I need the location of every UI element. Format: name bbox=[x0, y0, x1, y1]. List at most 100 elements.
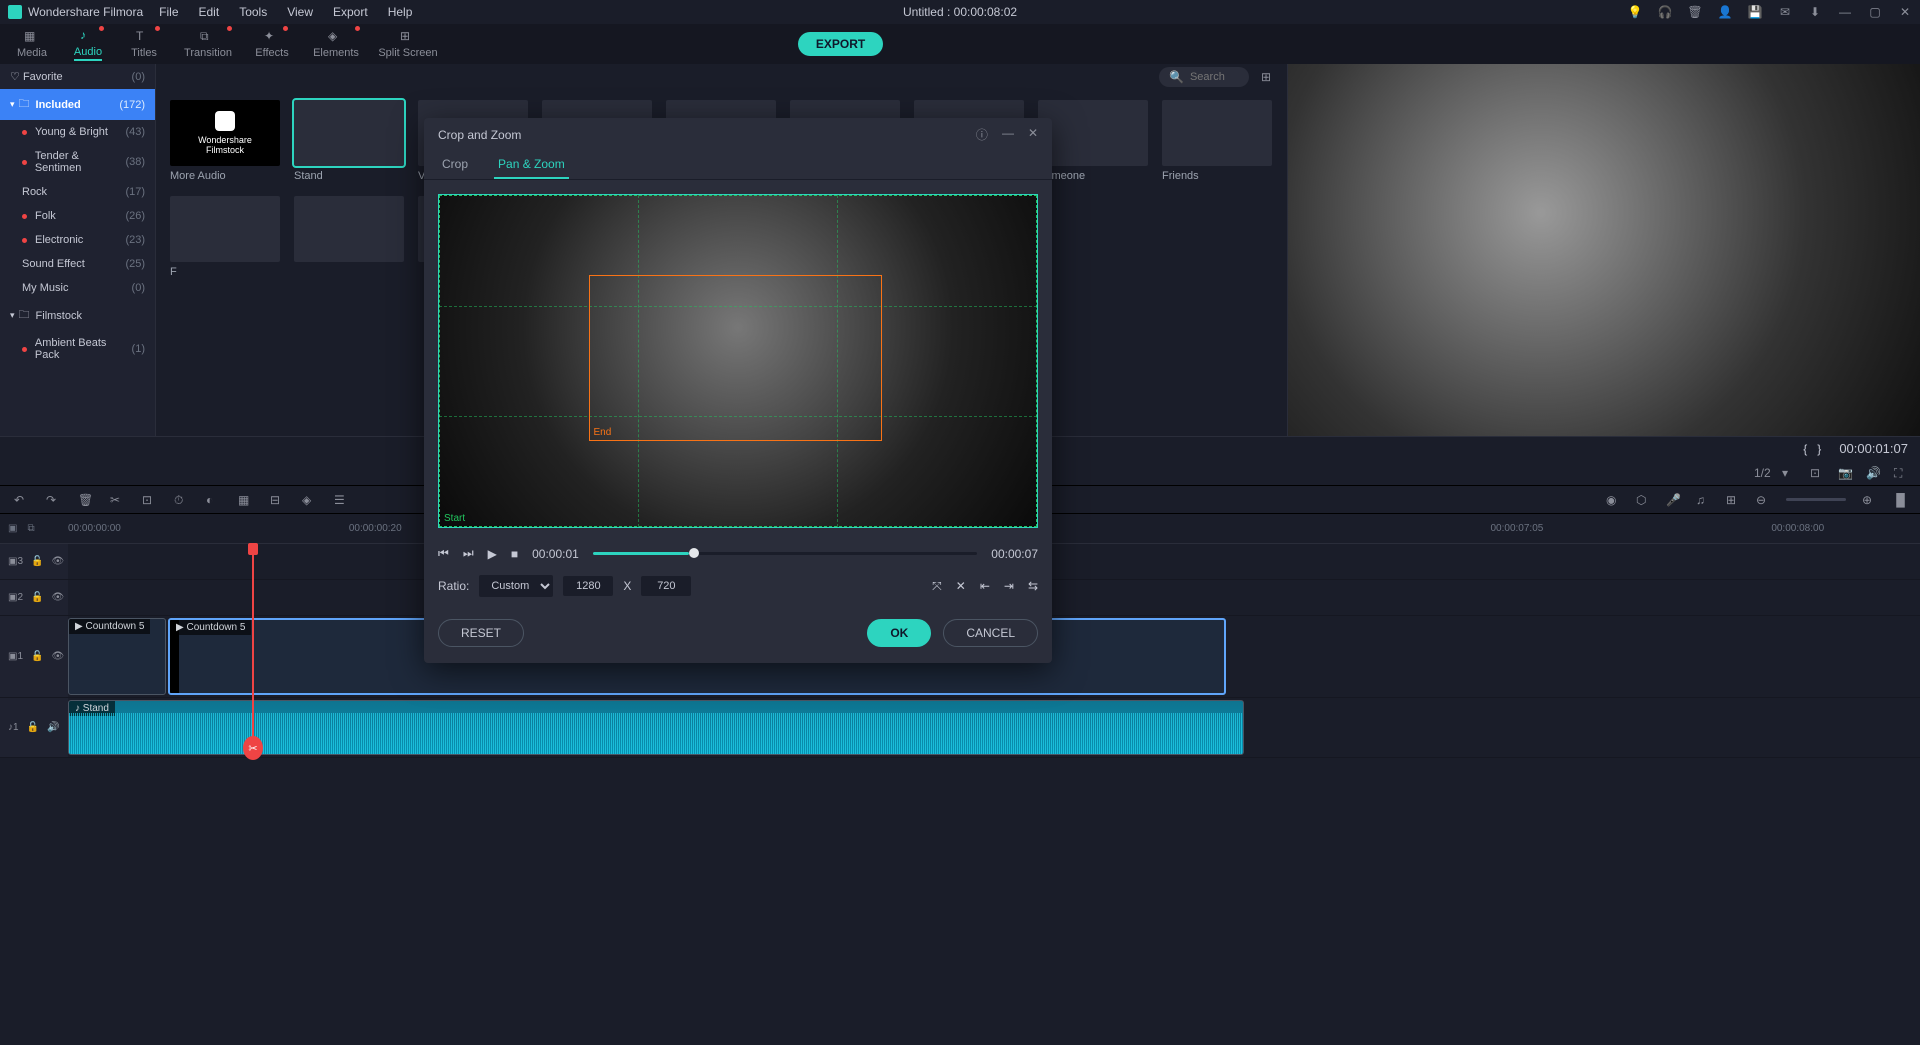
height-input[interactable] bbox=[641, 576, 691, 596]
lock-icon[interactable]: 🔓 bbox=[31, 651, 43, 662]
clip-countdown-1[interactable]: ▶ Countdown 5 bbox=[68, 618, 166, 695]
tab-pan-zoom[interactable]: Pan & Zoom bbox=[494, 151, 569, 179]
ratio-display[interactable]: 1/2 bbox=[1754, 466, 1768, 480]
thumb-item[interactable]: Stand bbox=[294, 100, 404, 182]
sidebar-item-electronic[interactable]: Electronic(23) bbox=[0, 228, 155, 252]
mail-icon[interactable]: ✉ bbox=[1778, 5, 1792, 19]
width-input[interactable] bbox=[563, 576, 613, 596]
export-button[interactable]: EXPORT bbox=[798, 32, 883, 56]
fit-icon[interactable]: ▐▌ bbox=[1892, 493, 1906, 507]
tab-titles[interactable]: TTitles bbox=[116, 24, 172, 64]
tab-split-screen[interactable]: ⊞Split Screen bbox=[372, 24, 444, 64]
close-icon[interactable]: ✕ bbox=[1898, 5, 1912, 19]
zoom-out-icon[interactable]: ⊖ bbox=[1756, 493, 1770, 507]
menu-edit[interactable]: Edit bbox=[199, 5, 220, 19]
reverse-icon[interactable]: ⇆ bbox=[1028, 579, 1038, 594]
trash-icon[interactable]: 🗑 bbox=[1688, 5, 1702, 19]
crop-icon[interactable]: ⊡ bbox=[142, 493, 156, 507]
ripple-icon[interactable]: ▣ bbox=[8, 523, 17, 534]
sidebar-item-young-bright[interactable]: Young & Bright(43) bbox=[0, 120, 155, 144]
reset-button[interactable]: RESET bbox=[438, 619, 524, 647]
fullscreen-icon[interactable]: ⛶ bbox=[1894, 466, 1908, 480]
swap-icon[interactable]: ⤧ bbox=[932, 579, 942, 594]
detach-icon[interactable]: ⊟ bbox=[270, 493, 284, 507]
thumb-item[interactable]: Someone bbox=[1038, 100, 1148, 182]
grid-view-icon[interactable]: ⊞ bbox=[1261, 70, 1275, 84]
sync-icon[interactable]: ⊞ bbox=[1726, 493, 1740, 507]
ok-button[interactable]: OK bbox=[867, 619, 931, 647]
cancel-button[interactable]: CANCEL bbox=[943, 619, 1038, 647]
track-a1[interactable]: ♪1🔓🔊 ♪ Stand bbox=[0, 698, 1920, 758]
lightbulb-icon[interactable]: 💡 bbox=[1628, 5, 1642, 19]
preview-canvas[interactable] bbox=[1288, 64, 1920, 436]
sidebar-item-filmstock[interactable]: ▾🗀Filmstock bbox=[0, 300, 155, 331]
speed-icon[interactable]: ⏱ bbox=[174, 493, 188, 507]
voiceover-icon[interactable]: 🎤 bbox=[1666, 493, 1680, 507]
zoom-in-icon[interactable]: ⊕ bbox=[1862, 493, 1876, 507]
maximize-icon[interactable]: ▢ bbox=[1868, 5, 1882, 19]
thumb-item[interactable]: WondershareFilmstockMore Audio bbox=[170, 100, 280, 182]
crop-end-rect[interactable]: End bbox=[589, 275, 882, 441]
search-box[interactable]: 🔍 bbox=[1159, 67, 1249, 87]
tab-media[interactable]: ▦Media bbox=[4, 24, 60, 64]
search-input[interactable] bbox=[1190, 71, 1250, 83]
crop-canvas[interactable]: Start End bbox=[438, 194, 1038, 528]
adjust-icon[interactable]: ☰ bbox=[334, 493, 348, 507]
prev-frame-icon[interactable]: ⏮ bbox=[438, 546, 449, 561]
mute-icon[interactable]: 🔊 bbox=[47, 722, 59, 733]
sidebar-item-included[interactable]: ▾🗀Included(172) bbox=[0, 89, 155, 120]
sidebar-item-folk[interactable]: Folk(26) bbox=[0, 204, 155, 228]
snapshot-icon[interactable]: 📷 bbox=[1838, 466, 1852, 480]
tab-crop[interactable]: Crop bbox=[438, 151, 472, 179]
undo-icon[interactable]: ↶ bbox=[14, 493, 28, 507]
minimize-icon[interactable]: — bbox=[1002, 126, 1014, 143]
menu-help[interactable]: Help bbox=[388, 5, 413, 19]
zoom-slider[interactable] bbox=[1786, 498, 1846, 501]
scissors-icon[interactable]: ✂ bbox=[243, 736, 263, 760]
lock-icon[interactable]: 🔓 bbox=[31, 556, 43, 567]
playhead[interactable]: ✂ bbox=[252, 544, 254, 758]
volume-icon[interactable]: 🔊 bbox=[1866, 466, 1880, 480]
headphones-icon[interactable]: 🎧 bbox=[1658, 5, 1672, 19]
menu-tools[interactable]: Tools bbox=[239, 5, 267, 19]
audio-mixer-icon[interactable]: ♫ bbox=[1696, 493, 1710, 507]
delete-icon[interactable]: 🗑 bbox=[78, 493, 92, 507]
quality-icon[interactable]: ⊡ bbox=[1810, 466, 1824, 480]
lock-icon[interactable]: 🔓 bbox=[31, 592, 43, 603]
next-frame-icon[interactable]: ⏭ bbox=[463, 546, 474, 561]
marker-icon[interactable]: ◈ bbox=[302, 493, 316, 507]
sidebar-item-my-music[interactable]: My Music(0) bbox=[0, 276, 155, 300]
render-icon[interactable]: ◉ bbox=[1606, 493, 1620, 507]
align-left-icon[interactable]: ⇤ bbox=[980, 579, 990, 594]
eye-icon[interactable]: 👁 bbox=[51, 556, 64, 567]
tab-elements[interactable]: ◈Elements bbox=[300, 24, 372, 64]
lock-icon[interactable]: 🔓 bbox=[27, 722, 39, 733]
close-icon[interactable]: ✕ bbox=[1028, 126, 1038, 143]
snap-icon[interactable]: ⧉ bbox=[27, 523, 34, 534]
download-icon[interactable]: ⬇ bbox=[1808, 5, 1822, 19]
thumb-item[interactable]: F bbox=[170, 196, 280, 278]
user-icon[interactable]: 👤 bbox=[1718, 5, 1732, 19]
align-right-icon[interactable]: ⇥ bbox=[1004, 579, 1014, 594]
eye-icon[interactable]: 👁 bbox=[51, 592, 64, 603]
sidebar-item-ambient[interactable]: Ambient Beats Pack(1) bbox=[0, 331, 155, 367]
menu-file[interactable]: File bbox=[159, 5, 178, 19]
green-screen-icon[interactable]: ▦ bbox=[238, 493, 252, 507]
chevron-down-icon[interactable]: ▾ bbox=[1782, 466, 1796, 480]
marker2-icon[interactable]: ⬡ bbox=[1636, 493, 1650, 507]
thumb-item[interactable]: Friends bbox=[1162, 100, 1272, 182]
save-icon[interactable]: 💾 bbox=[1748, 5, 1762, 19]
menu-view[interactable]: View bbox=[287, 5, 313, 19]
sidebar-item-favorite[interactable]: ♡ Favorite(0) bbox=[0, 64, 155, 89]
sidebar-item-tender[interactable]: Tender & Sentimen(38) bbox=[0, 144, 155, 180]
menu-export[interactable]: Export bbox=[333, 5, 368, 19]
help-icon[interactable]: ⓘ bbox=[976, 126, 988, 143]
bracket-right-icon[interactable]: } bbox=[1817, 442, 1821, 456]
tab-effects[interactable]: ✦Effects bbox=[244, 24, 300, 64]
sidebar-item-sound-effect[interactable]: Sound Effect(25) bbox=[0, 252, 155, 276]
eye-icon[interactable]: 👁 bbox=[51, 651, 64, 662]
minimize-icon[interactable]: — bbox=[1838, 5, 1852, 19]
cross-icon[interactable]: ✕ bbox=[956, 579, 966, 594]
stop-icon[interactable]: ■ bbox=[511, 547, 518, 561]
tab-transition[interactable]: ⧉Transition bbox=[172, 24, 244, 64]
